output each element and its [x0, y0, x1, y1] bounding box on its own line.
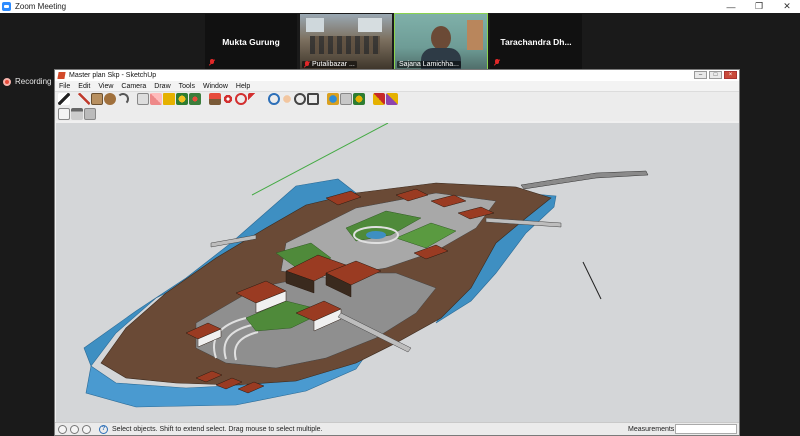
maximize-button[interactable]: ❐ — [744, 0, 774, 13]
3d-viewport[interactable] — [56, 123, 739, 423]
road-northeast — [520, 170, 649, 190]
sandbox-from-contours-icon[interactable] — [58, 107, 70, 120]
follow-me-icon[interactable] — [248, 93, 260, 105]
sandbox-drape-icon[interactable] — [84, 107, 96, 120]
zoom-logo-icon — [2, 2, 11, 11]
sketchup-logo-icon — [57, 72, 66, 79]
rectangle-tool-icon[interactable] — [91, 93, 103, 105]
close-button[interactable]: ✕ — [772, 0, 800, 13]
account-status-icon[interactable] — [82, 424, 91, 434]
push-pull-icon[interactable] — [209, 93, 221, 105]
geo-status-icon[interactable] — [58, 424, 67, 434]
zoom-tool-icon[interactable] — [294, 93, 306, 105]
mic-muted-icon — [494, 59, 500, 66]
participant-tile[interactable]: Putalibazar ... — [300, 14, 392, 70]
participant-name: Putalibazar ... — [312, 61, 355, 68]
participant-caption: Putalibazar ... — [302, 61, 357, 68]
master-plan-model — [83, 123, 649, 408]
zoom-title-bar: Zoom Meeting — ❐ ✕ — [0, 0, 800, 13]
geo-location-icon[interactable] — [327, 93, 339, 105]
minimize-button[interactable]: — — [716, 0, 746, 13]
extension-manager-icon[interactable] — [386, 93, 398, 105]
sketchup-maximize-button[interactable]: □ — [709, 71, 722, 79]
participant-name: Sajana Lamichha... — [399, 61, 459, 68]
sketchup-window: Master plan Skp - SketchUp – □ × File Ed… — [54, 69, 740, 436]
menu-help[interactable]: Help — [236, 83, 250, 90]
make-component-icon[interactable] — [137, 93, 149, 105]
mic-muted-icon — [209, 59, 215, 66]
orbit-tool-icon[interactable] — [268, 93, 280, 105]
recording-icon — [3, 77, 11, 86]
participant-name: Tarachandra Dh... — [500, 37, 572, 47]
participant-tile[interactable]: Tarachandra Dh... — [490, 14, 582, 70]
move-tool-icon[interactable] — [222, 93, 234, 105]
sketchup-title-bar: Master plan Skp - SketchUp – □ × — [55, 70, 739, 81]
select-tool-icon[interactable] — [58, 93, 70, 105]
recording-indicator[interactable]: Recording — [3, 77, 51, 86]
participant-caption: Sajana Lamichha... — [397, 61, 461, 68]
secondary-toolbar — [55, 106, 739, 121]
credits-status-icon[interactable] — [70, 424, 79, 434]
measurements-input[interactable] — [675, 424, 737, 434]
arc-tool-icon[interactable] — [117, 93, 129, 105]
circle-tool-icon[interactable] — [104, 93, 116, 105]
participant-strip: Mukta Gurung Putalibazar ... Sajana Lami… — [205, 13, 582, 71]
pan-tool-icon[interactable] — [281, 93, 293, 105]
menu-file[interactable]: File — [59, 83, 70, 90]
menu-tools[interactable]: Tools — [179, 83, 195, 90]
sandbox-stamp-icon[interactable] — [71, 107, 83, 120]
window-title: Zoom Meeting — [15, 2, 67, 11]
sketchup-close-button[interactable]: × — [724, 71, 737, 79]
paint-bucket-icon[interactable] — [176, 93, 188, 105]
plaza-pond — [366, 231, 386, 239]
toggle-terrain-icon[interactable] — [340, 93, 352, 105]
menu-draw[interactable]: Draw — [154, 83, 170, 90]
participant-tile[interactable]: Mukta Gurung — [205, 14, 297, 70]
sketchup-window-title: Master plan Skp - SketchUp — [69, 72, 157, 79]
mic-muted-icon — [304, 61, 310, 68]
help-icon[interactable]: ? — [99, 424, 108, 434]
menu-camera[interactable]: Camera — [121, 83, 146, 90]
eraser-tool-icon[interactable] — [150, 93, 162, 105]
menu-view[interactable]: View — [98, 83, 113, 90]
recording-label: Recording — [15, 77, 52, 86]
main-toolbar — [55, 91, 739, 106]
pencil-tool-icon[interactable] — [78, 93, 90, 105]
sketchup-minimize-button[interactable]: – — [694, 71, 707, 79]
participant-name: Mukta Gurung — [222, 37, 280, 47]
3d-warehouse-icon[interactable] — [353, 93, 365, 105]
paint-bucket-alt-icon[interactable] — [189, 93, 201, 105]
tape-measure-icon[interactable] — [163, 93, 175, 105]
rotate-tool-icon[interactable] — [235, 93, 247, 105]
participant-tile-active-speaker[interactable]: Sajana Lamichha... — [394, 13, 488, 71]
extension-warehouse-icon[interactable] — [373, 93, 385, 105]
menu-window[interactable]: Window — [203, 83, 228, 90]
sketchup-menubar: File Edit View Camera Draw Tools Window … — [55, 81, 739, 91]
zoom-extents-icon[interactable] — [307, 93, 319, 105]
status-bar: ? Select objects. Shift to extend select… — [55, 422, 739, 435]
measurements-label: Measurements — [628, 425, 675, 433]
status-message: Select objects. Shift to extend select. … — [112, 425, 323, 433]
menu-edit[interactable]: Edit — [78, 83, 90, 90]
